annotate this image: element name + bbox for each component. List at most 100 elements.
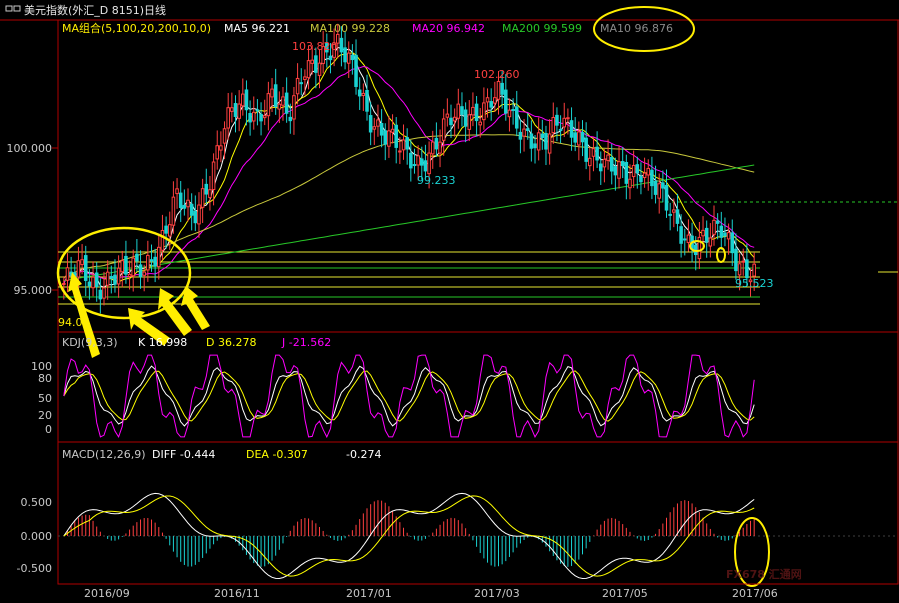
- candle-body: [94, 272, 99, 288]
- kdj-tick: 0: [45, 423, 52, 436]
- candle-body: [135, 253, 139, 262]
- candle-body: [723, 232, 727, 237]
- candle-body: [116, 267, 121, 285]
- candle-body: [438, 141, 442, 154]
- candle-body: [266, 93, 271, 117]
- candle-body: [303, 76, 307, 80]
- candle-body: [167, 224, 172, 237]
- candle-body: [562, 117, 567, 128]
- candle-body: [164, 225, 168, 234]
- candle-body: [715, 220, 720, 224]
- label-low-1: 99.233: [417, 174, 456, 187]
- macd-y-ticks: 0.500 0.000 -0.500: [17, 496, 52, 575]
- candle-body: [306, 60, 311, 79]
- x-tick: 2017/06: [732, 587, 778, 600]
- candle-body: [712, 219, 716, 235]
- candle-body: [273, 84, 278, 108]
- candle-body: [146, 254, 150, 271]
- candle-body: [157, 246, 161, 268]
- candle-body: [365, 89, 369, 112]
- candle-body: [591, 148, 596, 157]
- candle-body: [489, 101, 493, 108]
- candle-body: [449, 117, 453, 126]
- candle-body: [518, 131, 523, 140]
- candle-body: [401, 139, 406, 151]
- candle-body: [672, 209, 676, 213]
- candle-body: [555, 114, 559, 126]
- ma200-label: MA200 99.599: [502, 22, 582, 35]
- candle-body: [346, 52, 351, 64]
- candle-body: [186, 199, 190, 208]
- candle-body: [131, 257, 136, 277]
- kdj-d-line: [63, 370, 755, 422]
- candle-body: [427, 152, 431, 175]
- candle-body: [394, 124, 398, 148]
- candle-body: [314, 55, 318, 73]
- candle-body: [460, 106, 464, 115]
- candle-body: [197, 204, 201, 225]
- candle-body: [91, 276, 95, 289]
- ma5-label: MA5 96.221: [224, 22, 290, 35]
- macd-value: -0.274: [346, 448, 381, 461]
- candle-body: [398, 150, 402, 153]
- candle-body: [485, 97, 490, 103]
- kdj-name: KDJ(9,3,3): [62, 336, 118, 349]
- candle-body: [390, 128, 395, 133]
- candle-body: [661, 182, 665, 189]
- candle-body: [675, 209, 680, 224]
- candle-body: [430, 141, 435, 155]
- candle-body: [474, 103, 479, 122]
- candle-body: [142, 271, 146, 276]
- candle-body: [463, 109, 468, 127]
- candle-body: [635, 164, 640, 174]
- candle-body: [452, 116, 457, 122]
- candle-body: [379, 122, 384, 136]
- candle-body: [701, 229, 705, 237]
- candle-body: [178, 192, 183, 209]
- candle-body: [686, 234, 691, 243]
- candle-body: [682, 238, 687, 241]
- candle-body: [434, 137, 439, 150]
- x-tick: 2017/03: [474, 587, 520, 600]
- candle-body: [262, 115, 267, 119]
- candle-body: [138, 264, 143, 278]
- candle-body: [533, 143, 537, 149]
- candle-body: [478, 121, 483, 126]
- candle-body: [350, 54, 355, 61]
- candle-body: [409, 152, 413, 169]
- candle-body: [251, 111, 256, 122]
- candle-body: [343, 47, 347, 63]
- candle-body: [189, 203, 194, 216]
- candle-body: [566, 117, 570, 120]
- candle-body: [540, 133, 545, 138]
- x-tick: 2017/05: [602, 587, 648, 600]
- candle-body: [704, 227, 709, 243]
- candle-body: [120, 260, 125, 273]
- candle-body: [230, 107, 234, 112]
- candle-body: [182, 204, 187, 209]
- candle-body: [171, 196, 176, 226]
- candle-body: [244, 89, 249, 111]
- candle-body: [595, 146, 599, 161]
- label-last: 95.523: [735, 277, 774, 290]
- candle-body: [573, 132, 577, 143]
- label-high-1: 103.820: [292, 40, 338, 53]
- candlesticks: [62, 23, 756, 314]
- candle-body: [200, 188, 205, 208]
- candle-body: [376, 119, 380, 127]
- candle-body: [577, 131, 581, 146]
- candle-body: [441, 118, 446, 141]
- macd-tick: 0.000: [21, 530, 53, 543]
- x-tick: 2017/01: [346, 587, 392, 600]
- candle-body: [328, 55, 333, 61]
- candle-body: [288, 116, 293, 122]
- chart-title: 美元指数(外汇_D 8151)日线: [24, 3, 166, 17]
- candle-body: [219, 145, 223, 151]
- candle-body: [668, 213, 672, 216]
- candle-body: [193, 210, 198, 224]
- candle-body: [383, 130, 388, 145]
- macd-tick: 0.500: [21, 496, 53, 509]
- candle-body: [127, 273, 132, 277]
- candle-body: [87, 281, 92, 287]
- candle-body: [233, 103, 238, 117]
